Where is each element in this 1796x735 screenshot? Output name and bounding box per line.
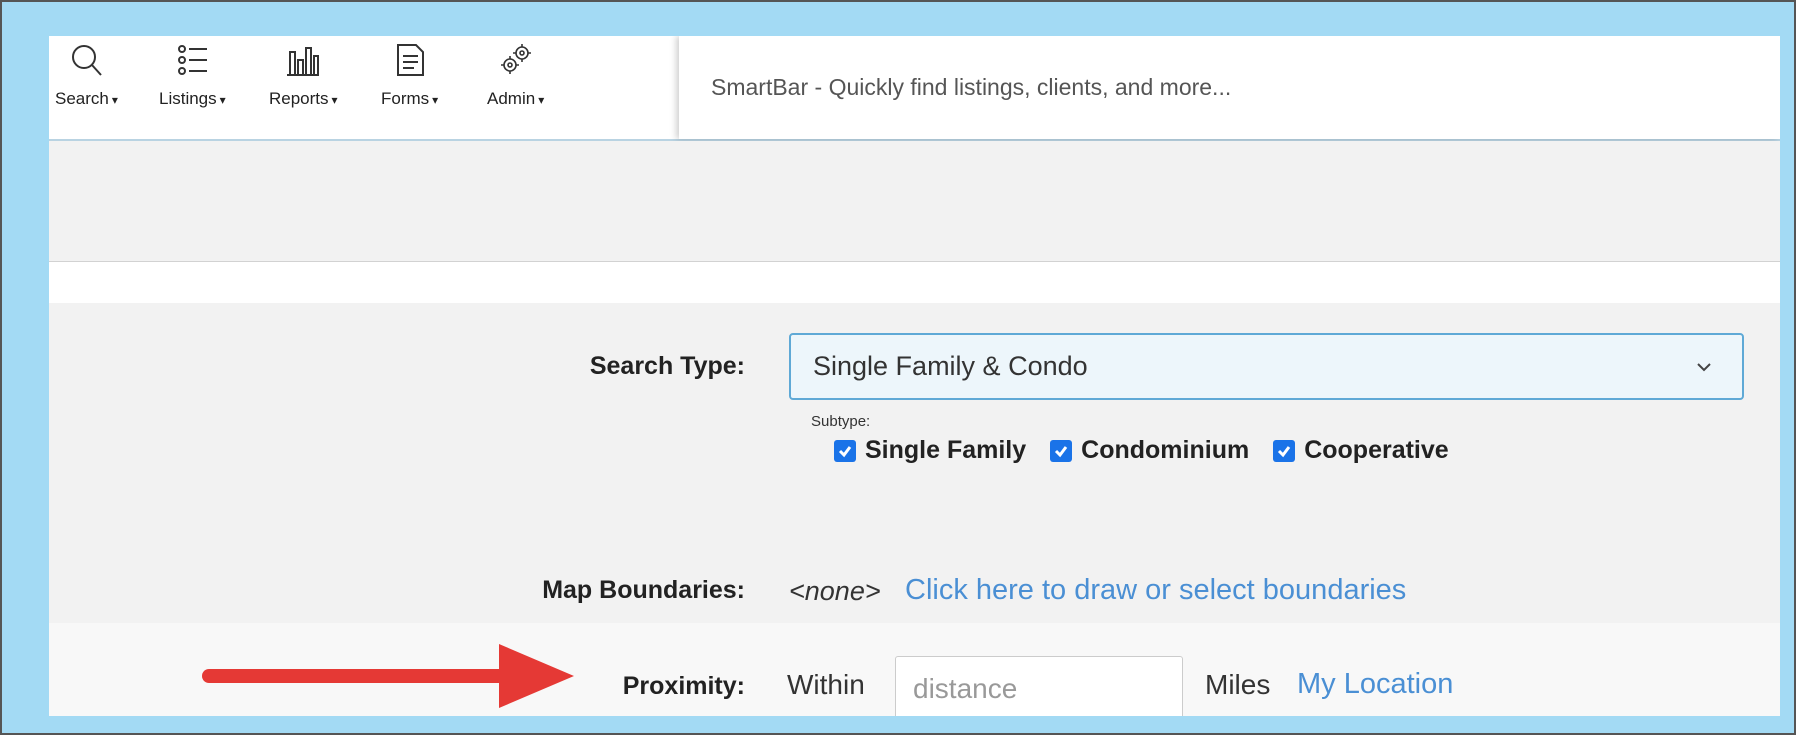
search-type-label: Search Type: xyxy=(589,352,745,380)
red-arrow-annotation xyxy=(202,644,574,708)
condominium-checkbox[interactable]: Condominium xyxy=(1050,436,1249,465)
checkbox-checked-icon xyxy=(1273,439,1296,462)
chevron-down-icon: ▾ xyxy=(538,93,545,107)
reports-menu-label: Reports xyxy=(269,89,329,108)
search-menu-label: Search xyxy=(55,89,109,108)
bar-chart-icon xyxy=(285,42,321,83)
header-band xyxy=(49,141,1780,262)
smartbar xyxy=(679,36,1780,139)
single-family-label: Single Family xyxy=(865,436,1027,464)
document-icon xyxy=(392,42,428,83)
single-family-checkbox[interactable]: Single Family xyxy=(834,436,1026,465)
screenshot-frame: Search ▾ Listings ▾ Reports ▾ Forms ▾ Ad… xyxy=(0,0,1796,735)
search-icon xyxy=(68,42,104,83)
admin-menu-button[interactable]: Admin ▾ xyxy=(487,42,544,134)
within-label: Within xyxy=(787,669,865,700)
checkbox-checked-icon xyxy=(834,439,856,462)
list-icon xyxy=(174,42,210,83)
reports-menu-button[interactable]: Reports ▾ xyxy=(269,42,338,134)
forms-menu-button[interactable]: Forms ▾ xyxy=(381,42,438,134)
chevron-down-icon: ▾ xyxy=(219,93,226,107)
smartbar-search-input[interactable] xyxy=(709,73,1704,102)
top-toolbar: Search ▾ Listings ▾ Reports ▾ Forms ▾ Ad… xyxy=(49,36,1780,141)
admin-menu-label: Admin xyxy=(487,89,536,108)
map-boundaries-label: Map Boundaries: xyxy=(542,576,745,604)
cooperative-label: Cooperative xyxy=(1304,436,1449,464)
subtype-checkbox-group: Single Family Condominium Cooperative xyxy=(834,436,1473,465)
forms-menu-label: Forms xyxy=(381,89,430,108)
search-type-select[interactable]: Single Family & Condo xyxy=(789,333,1744,400)
chevron-down-icon: ▾ xyxy=(331,93,338,107)
search-type-selected-value: Single Family & Condo xyxy=(813,351,1088,381)
chevron-down-icon xyxy=(1697,363,1711,372)
app-window: Search ▾ Listings ▾ Reports ▾ Forms ▾ Ad… xyxy=(49,36,1780,716)
listings-menu-label: Listings xyxy=(159,89,217,108)
checkbox-checked-icon xyxy=(1050,439,1073,462)
chevron-down-icon: ▾ xyxy=(111,93,118,107)
miles-label: Miles xyxy=(1205,669,1271,700)
distance-input[interactable] xyxy=(895,656,1183,716)
search-menu-button[interactable]: Search ▾ xyxy=(55,42,118,134)
chevron-down-icon: ▾ xyxy=(432,93,439,107)
condominium-label: Condominium xyxy=(1081,436,1250,464)
my-location-link[interactable]: My Location xyxy=(1297,668,1453,701)
map-boundaries-value: <none> xyxy=(789,576,881,606)
gears-icon xyxy=(498,42,534,83)
cooperative-checkbox[interactable]: Cooperative xyxy=(1273,436,1449,465)
draw-boundaries-link[interactable]: Click here to draw or select boundaries xyxy=(905,574,1406,607)
subtype-label: Subtype: xyxy=(811,413,871,430)
listings-menu-button[interactable]: Listings ▾ xyxy=(159,42,226,134)
